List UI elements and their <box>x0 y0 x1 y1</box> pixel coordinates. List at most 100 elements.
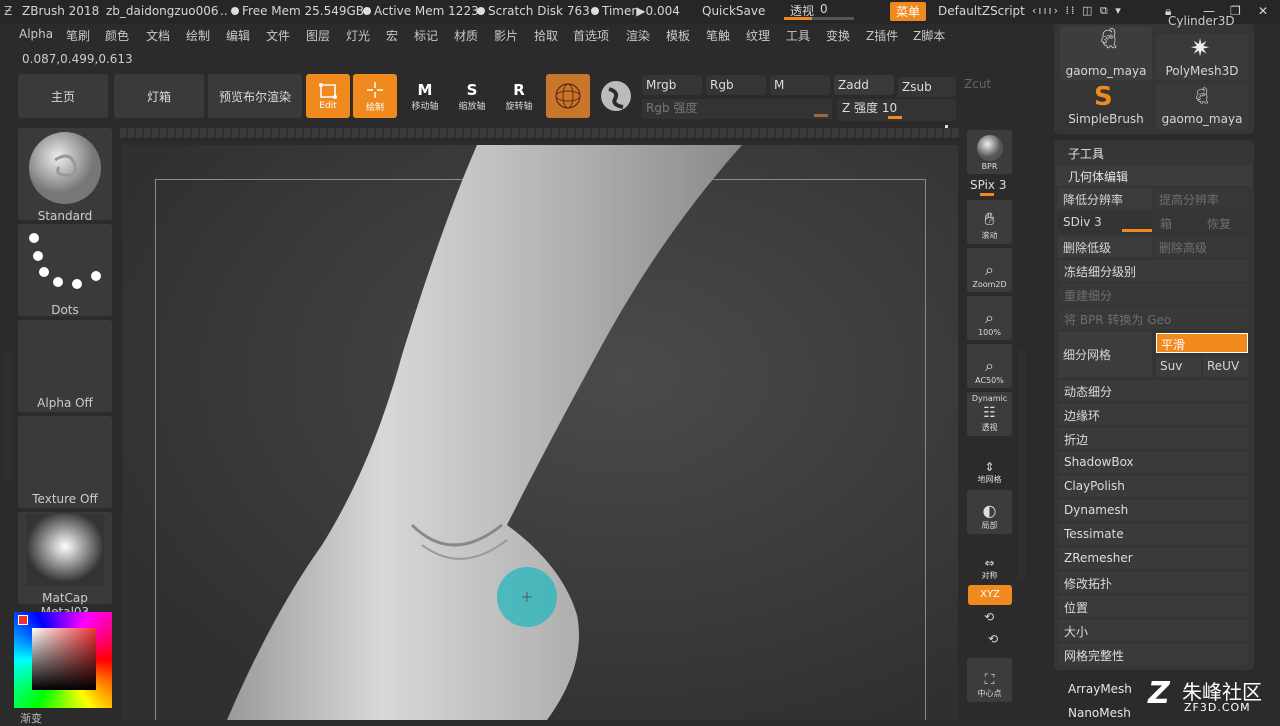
geometry-item[interactable]: ZRemesher <box>1058 548 1248 569</box>
sdiv-slider[interactable]: SDiv 3 <box>1058 212 1152 233</box>
reuv-toggle[interactable]: ReUV <box>1203 356 1248 377</box>
menu-item[interactable]: 工具 <box>786 27 810 44</box>
lower-res-button[interactable]: 降低分辨率 <box>1058 188 1152 209</box>
close-icon[interactable]: ✕ <box>1258 4 1268 18</box>
xyz-button[interactable]: XYZ <box>968 585 1012 605</box>
actual-size-button[interactable]: ⌕ 100% <box>967 296 1012 340</box>
menu-item[interactable]: 模板 <box>666 27 690 44</box>
brush-selector[interactable]: Standard <box>18 128 112 223</box>
menu-item[interactable]: 渲染 <box>626 27 650 44</box>
geometry-edit-header[interactable]: 几何体编辑 <box>1056 166 1252 186</box>
menu-item[interactable]: Alpha <box>19 27 53 41</box>
zoom2d-button[interactable]: ⌕ Zoom2D <box>967 248 1012 292</box>
scale-button[interactable]: S 缩放轴 <box>450 74 494 118</box>
menu-item[interactable]: 影片 <box>494 27 518 44</box>
menu-item[interactable]: 宏 <box>386 27 398 44</box>
bpr-to-geo-button[interactable]: 将 BPR 转换为 Geo <box>1058 308 1248 329</box>
menu-item[interactable]: 笔触 <box>706 27 730 44</box>
delete-higher-button[interactable]: 删除高级 <box>1154 236 1248 257</box>
suv-toggle[interactable]: Suv <box>1156 356 1201 377</box>
geometry-item[interactable]: Tessimate <box>1058 524 1248 545</box>
subtool-tile-2[interactable]: ✷ PolyMesh3D <box>1156 34 1248 80</box>
restore-button[interactable]: 恢复 <box>1207 215 1231 232</box>
geometry-item[interactable]: 位置 <box>1058 596 1248 617</box>
scroll-button[interactable]: ✋︎ 滚动 <box>967 200 1012 244</box>
rotate-button[interactable]: R 旋转轴 <box>497 74 541 118</box>
geometry-item[interactable]: 大小 <box>1058 620 1248 641</box>
default-zscript[interactable]: DefaultZScript <box>938 4 1025 18</box>
freeze-subdiv-button[interactable]: 冻结细分级别 <box>1058 260 1248 281</box>
center-point-button[interactable]: ⛶ 中心点 <box>967 658 1012 702</box>
symmetry-button[interactable]: ⇔ 对称 <box>967 540 1012 584</box>
menu-item[interactable]: 文档 <box>146 27 170 44</box>
rebuild-subdiv-button[interactable]: 重建细分 <box>1058 284 1248 305</box>
menu-item[interactable]: 标记 <box>414 27 438 44</box>
m-button[interactable]: M <box>770 75 830 95</box>
menu-item[interactable]: 灯光 <box>346 27 370 44</box>
menu-item[interactable]: 图层 <box>306 27 330 44</box>
z-intensity-slider[interactable]: Z 强度 10 <box>838 99 956 121</box>
rgb-button[interactable]: Rgb <box>706 75 766 95</box>
rgb-intensity-slider[interactable]: Rgb 强度 <box>642 99 832 119</box>
rotate-y-icon[interactable]: ⟲ <box>984 610 994 624</box>
subtool-tile-3[interactable]: S SimpleBrush <box>1060 82 1152 130</box>
texture-selector[interactable]: Texture Off <box>18 416 112 508</box>
higher-res-button[interactable]: 提高分辨率 <box>1154 188 1248 209</box>
zadd-button[interactable]: Zadd <box>834 75 894 95</box>
floor-button[interactable]: ⇕ 地网格 <box>967 444 1012 488</box>
menu-item[interactable]: 绘制 <box>186 27 210 44</box>
geometry-item[interactable]: 边缘环 <box>1058 404 1248 425</box>
mrgb-button[interactable]: Mrgb <box>642 75 702 95</box>
local-button[interactable]: ◐ 局部 <box>967 490 1012 534</box>
menu-item[interactable]: 颜色 <box>105 27 129 44</box>
bpr-preview-button[interactable]: 预览布尔渲染 <box>208 74 302 118</box>
spix-slider[interactable] <box>980 193 994 196</box>
subtool-tile-1[interactable]: 🕺︎ gaomo_maya <box>1060 26 1152 80</box>
geometry-item[interactable]: Dynamesh <box>1058 500 1248 521</box>
move-button[interactable]: M 移动轴 <box>403 74 447 118</box>
alpha-selector[interactable]: Alpha Off <box>18 320 112 412</box>
ac50-button[interactable]: ⌕ AC50% <box>967 344 1012 388</box>
rotate-z-icon[interactable]: ⟲ <box>988 632 998 646</box>
zsub-button[interactable]: Zsub <box>898 77 956 97</box>
edit-button[interactable]: Edit <box>306 74 350 118</box>
menu-item[interactable]: 文件 <box>266 27 290 44</box>
home-button[interactable]: 主页 <box>18 74 108 118</box>
geometry-item[interactable]: 网格完整性 <box>1058 644 1248 665</box>
material-preview-button[interactable] <box>546 74 590 118</box>
arraymesh-header[interactable]: ArrayMesh <box>1068 682 1132 696</box>
menu-item[interactable]: 纹理 <box>746 27 770 44</box>
perspective-button[interactable]: Dynamic ☷ 透视 <box>967 392 1012 436</box>
quicksave-button[interactable]: QuickSave <box>702 4 765 18</box>
menu-item[interactable]: 材质 <box>454 27 478 44</box>
geometry-item[interactable]: 折边 <box>1058 428 1248 449</box>
viewport-canvas[interactable] <box>122 145 958 720</box>
menu-item[interactable]: Z插件 <box>866 27 898 44</box>
delete-lower-button[interactable]: 删除低级 <box>1058 236 1152 257</box>
geometry-item[interactable]: ClayPolish <box>1058 476 1248 497</box>
zcut-button[interactable]: Zcut <box>964 77 991 91</box>
draw-button[interactable]: 绘制 <box>353 74 397 118</box>
smooth-toggle[interactable]: 平滑 <box>1156 333 1248 353</box>
menu-button[interactable]: 菜单 <box>890 2 927 21</box>
cage-button[interactable]: 箱 <box>1160 215 1172 232</box>
left-scrollbar[interactable] <box>4 350 12 480</box>
layout-icons[interactable]: ‹ııı› ⁞⁞ ◫ ⧉ ▾ <box>1032 4 1123 18</box>
right-scrollbar[interactable] <box>1018 350 1026 580</box>
geometry-item[interactable]: 修改拓扑 <box>1058 572 1248 593</box>
subtool-tile-4[interactable]: 🕺︎ gaomo_maya <box>1156 84 1248 130</box>
texture-preview-button[interactable] <box>594 74 638 118</box>
material-selector[interactable]: MatCap Metal03 <box>18 512 112 619</box>
menu-item[interactable]: Z脚本 <box>913 27 945 44</box>
bpr-button[interactable]: BPR <box>967 130 1012 174</box>
menu-item[interactable]: 拾取 <box>534 27 558 44</box>
geometry-item[interactable]: 动态细分 <box>1058 380 1248 401</box>
stroke-selector[interactable]: Dots <box>18 224 112 317</box>
divide-button[interactable]: 细分网格 <box>1058 332 1152 377</box>
color-picker[interactable] <box>14 612 112 708</box>
menu-item[interactable]: 编辑 <box>226 27 250 44</box>
lightbox-button[interactable]: 灯箱 <box>114 74 204 118</box>
perspective-slider[interactable] <box>784 17 854 20</box>
geometry-item[interactable]: ShadowBox <box>1058 452 1248 473</box>
menu-item[interactable]: 变换 <box>826 27 850 44</box>
